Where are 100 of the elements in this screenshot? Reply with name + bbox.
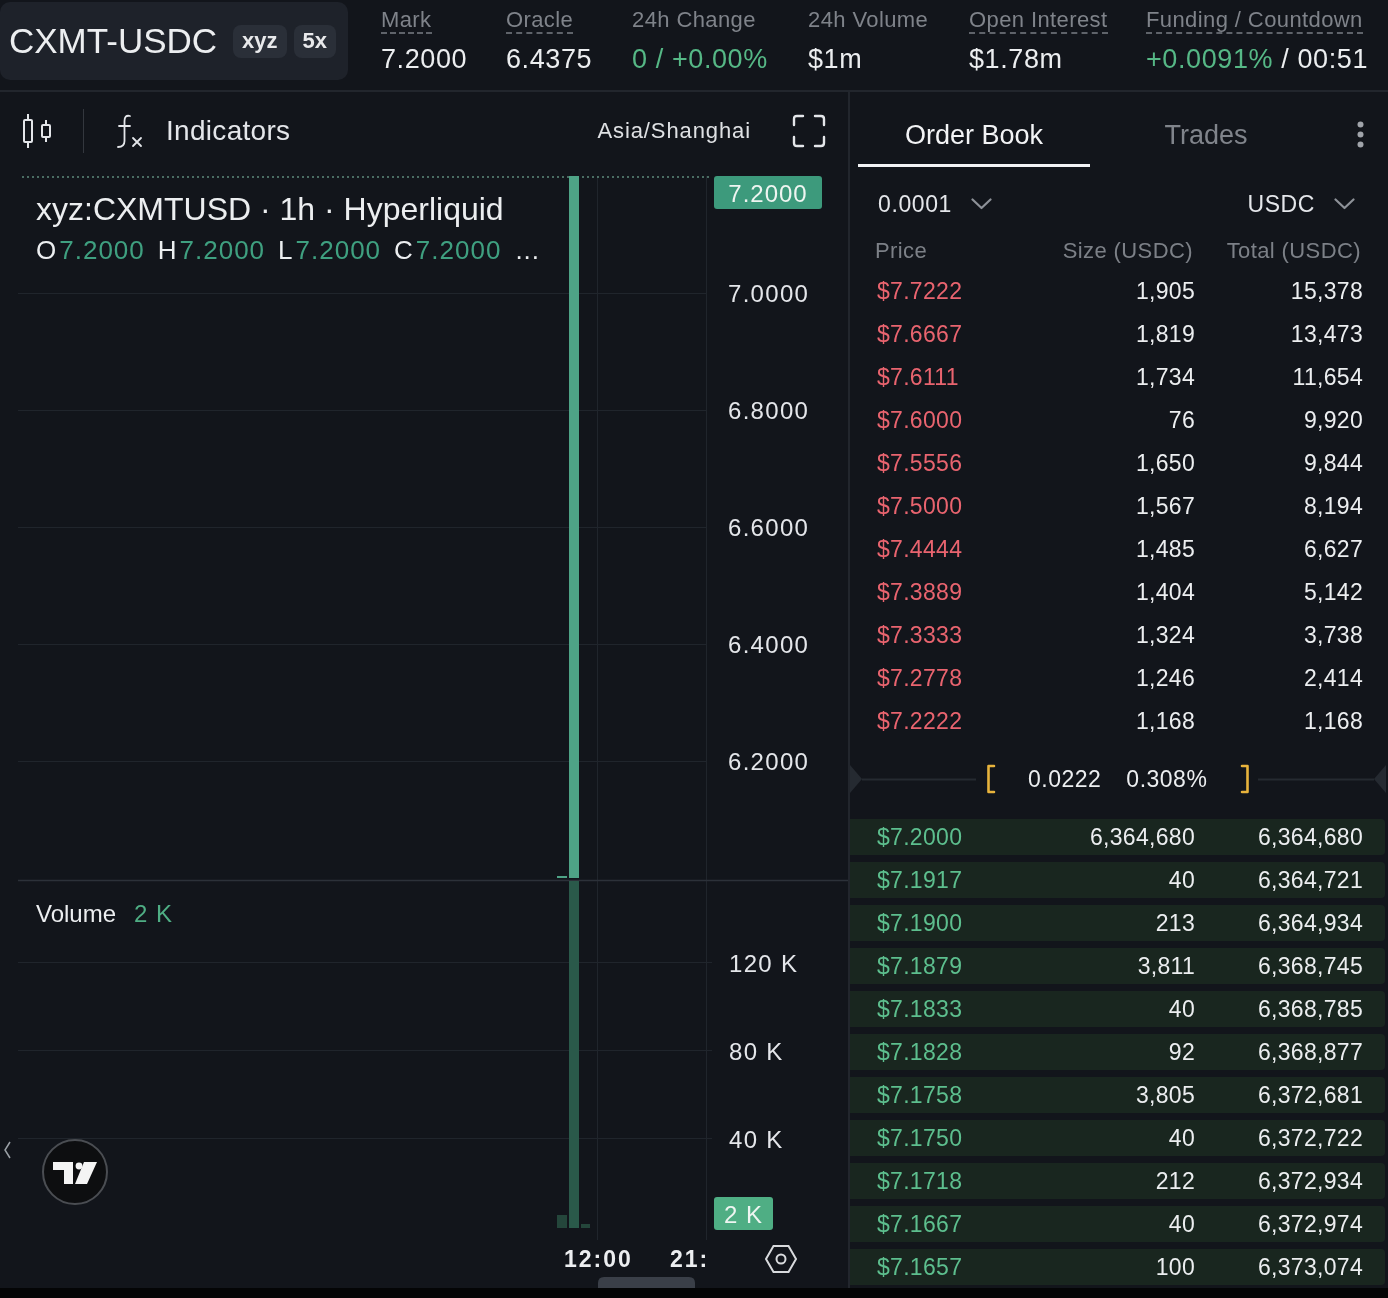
total-cell: 15,378 <box>1290 278 1363 305</box>
spread-value: 0.0222 <box>1028 765 1102 793</box>
tick-size-dropdown[interactable]: 0.0001 <box>878 190 992 218</box>
settings-icon[interactable] <box>764 1245 798 1273</box>
volume-label: 2 K <box>714 1197 773 1230</box>
price-cell-text: $7.4444 <box>877 536 964 563</box>
total-cell: 6,372,974 <box>1257 1210 1363 1238</box>
size-cell: 40 <box>1168 1210 1195 1238</box>
price-cell-text: $7.6000 <box>877 407 964 434</box>
stat-value: $1m <box>808 43 863 76</box>
size-cell: 40 <box>1168 995 1195 1023</box>
price-cell-text: $7.1718 <box>877 1167 964 1195</box>
fullscreen-icon[interactable] <box>792 114 826 148</box>
total-cell: 6,364,680 <box>1257 823 1363 851</box>
size-cell: 40 <box>1168 1124 1195 1152</box>
size-cell: 92 <box>1168 1038 1195 1066</box>
price-label: 7.2000 <box>714 176 822 209</box>
price-axis-label: 6.2000 <box>728 747 810 775</box>
stat-label: Mark <box>381 7 432 34</box>
candlestick-icon[interactable] <box>22 113 52 149</box>
price-cell-text: $7.6111 <box>877 364 960 391</box>
volume-legend-label: Volume <box>36 899 117 929</box>
unit-dropdown[interactable]: USDC <box>1247 190 1355 218</box>
total-cell: 6,364,721 <box>1257 866 1363 894</box>
size-cell: 1,324 <box>1135 622 1195 649</box>
time-axis-label: 21: <box>670 1246 710 1272</box>
total-cell: 3,738 <box>1303 622 1363 649</box>
volume-axis-label: 40 K <box>729 1125 784 1153</box>
total-cell: 6,373,074 <box>1257 1253 1363 1281</box>
price-cell-text: $7.1657 <box>877 1253 964 1281</box>
stat-label: Oracle <box>506 7 574 34</box>
size-cell: 6,364,680 <box>1089 823 1195 851</box>
total-cell: 6,627 <box>1303 536 1363 563</box>
stat-value: 7.2000 <box>381 43 468 76</box>
tab[interactable]: Trades <box>1090 92 1322 167</box>
size-cell: 1,819 <box>1135 321 1195 348</box>
stat-label: 24h Change <box>632 7 756 34</box>
size-cell: 1,567 <box>1135 493 1195 520</box>
price-cell-text: $7.5556 <box>877 450 964 477</box>
tab[interactable]: Order Book <box>858 92 1090 167</box>
price-cell-text: $7.5000 <box>877 493 964 520</box>
price-cell-text: $7.3333 <box>877 622 964 649</box>
chevron-down-icon <box>970 198 992 210</box>
time-axis-label: 12:00 <box>564 1246 633 1272</box>
logo-icon[interactable] <box>42 1139 108 1205</box>
size-cell: 1,905 <box>1135 278 1195 305</box>
scrollbar-thumb[interactable] <box>598 1277 695 1288</box>
chart-legend-title: xyz:CXMTUSD · 1h · Hyperliquid <box>36 190 505 229</box>
indicators-button[interactable]: Indicators <box>115 114 291 148</box>
size-cell: 3,811 <box>1137 952 1195 980</box>
price-cell-text: $7.1667 <box>877 1210 964 1238</box>
price-cell-text: $7.2778 <box>877 665 964 692</box>
price-cell-text: $7.2222 <box>877 708 964 735</box>
volume-axis-label: 80 K <box>729 1037 784 1065</box>
total-cell: 2,414 <box>1303 665 1363 692</box>
size-cell: 100 <box>1155 1253 1195 1281</box>
stat-value: $1.78m <box>969 43 1063 76</box>
total-cell: 6,372,722 <box>1257 1124 1363 1152</box>
timezone-button[interactable]: Asia/Shanghai <box>597 118 751 144</box>
stat-label: Funding / Countdown <box>1146 7 1363 34</box>
price-cell-text: $7.1879 <box>877 952 964 980</box>
left-bracket-icon <box>986 764 996 794</box>
price-cell-text: $7.2000 <box>877 823 964 851</box>
price-axis-label: 7.0000 <box>728 279 810 307</box>
price-axis-label: 6.4000 <box>728 630 810 658</box>
size-cell: 76 <box>1168 407 1195 434</box>
column-header: Total (USDC) <box>1226 238 1361 264</box>
chevron-left-icon[interactable] <box>4 1141 11 1159</box>
market-badge: 5x <box>293 24 337 58</box>
price-cell-text: $7.1750 <box>877 1124 964 1152</box>
size-cell: 1,650 <box>1135 450 1195 477</box>
volume-legend-value: 2 K <box>134 899 174 929</box>
volume-axis-label: 120 K <box>729 949 799 977</box>
price-cell-text: $7.1900 <box>877 909 964 937</box>
total-cell: 9,920 <box>1303 407 1363 434</box>
symbol-card[interactable]: CXMT-USDC xyz 5x <box>0 2 348 80</box>
total-cell: 9,844 <box>1303 450 1363 477</box>
price-cell-text: $7.3889 <box>877 579 964 606</box>
price-cell-text: $7.7222 <box>877 278 964 305</box>
legend-more[interactable]: ... <box>515 234 541 266</box>
price-cell-text: $7.6667 <box>877 321 964 348</box>
price-cell-text: $7.1758 <box>877 1081 964 1109</box>
stat-value: +0.0091% / 00:51 <box>1146 43 1369 76</box>
size-cell: 1,734 <box>1135 364 1195 391</box>
volume-bar <box>581 1224 590 1228</box>
price-axis-label: 6.6000 <box>728 513 810 541</box>
size-cell: 213 <box>1155 909 1195 937</box>
total-cell: 6,372,934 <box>1257 1167 1363 1195</box>
price-axis-label: 6.8000 <box>728 396 810 424</box>
size-cell: 3,805 <box>1135 1081 1195 1109</box>
market-badge: xyz <box>233 24 287 58</box>
total-cell: 6,372,681 <box>1257 1081 1363 1109</box>
stat-value: 0 / +0.00% <box>632 43 768 76</box>
size-cell: 1,168 <box>1135 708 1195 735</box>
size-cell: 1,404 <box>1135 579 1195 606</box>
total-cell: 1,168 <box>1303 708 1363 735</box>
size-cell: 212 <box>1155 1167 1195 1195</box>
stat-label: 24h Volume <box>808 7 929 34</box>
stat-value: 6.4375 <box>506 43 593 76</box>
more-icon[interactable] <box>1357 121 1364 148</box>
